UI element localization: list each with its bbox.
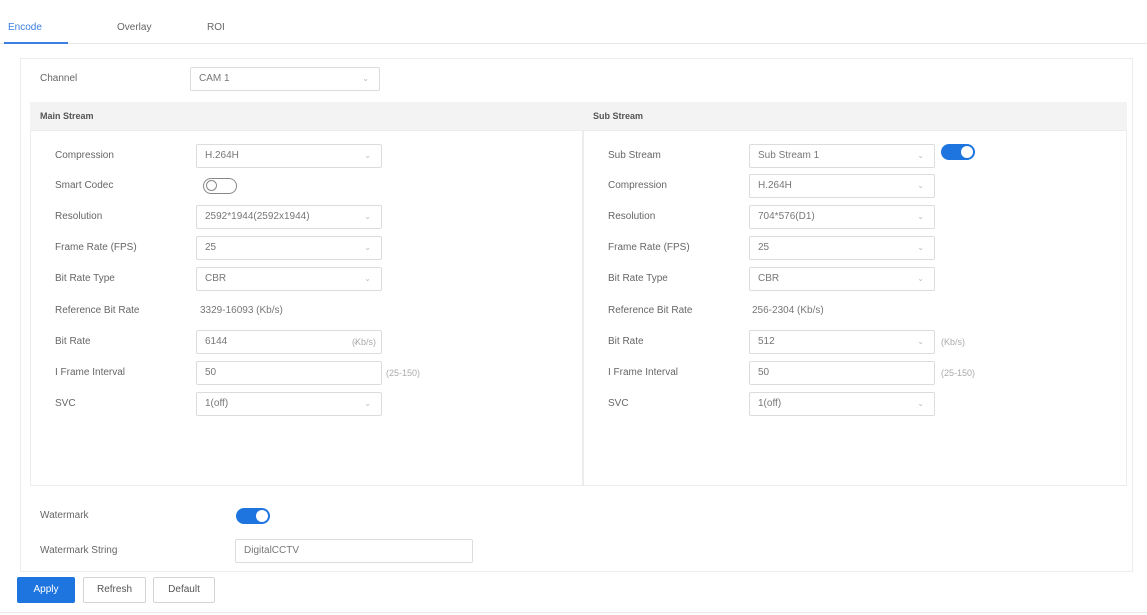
- main-frame-rate-value: 25: [205, 242, 217, 253]
- toggle-knob: [206, 180, 217, 191]
- chevron-down-icon: ⌄: [364, 399, 371, 408]
- sub-stream-value: Sub Stream 1: [758, 150, 820, 161]
- chevron-down-icon: ⌄: [917, 399, 924, 408]
- main-bit-rate-label: Bit Rate: [55, 336, 91, 347]
- sub-bit-rate-type-select[interactable]: CBR ⌄: [749, 267, 935, 291]
- main-stream-header: Main Stream: [30, 102, 583, 130]
- chevron-down-icon: ⌄: [364, 212, 371, 221]
- smart-codec-toggle[interactable]: [203, 178, 237, 194]
- sub-stream-select[interactable]: Sub Stream 1 ⌄: [749, 144, 935, 168]
- sub-svc-select[interactable]: 1(off) ⌄: [749, 392, 935, 416]
- main-resolution-label: Resolution: [55, 211, 103, 222]
- sub-frame-rate-select[interactable]: 25 ⌄: [749, 236, 935, 260]
- main-bit-rate-unit: (Kb/s): [352, 337, 377, 347]
- toggle-knob: [256, 510, 268, 522]
- main-compression-label: Compression: [55, 150, 114, 161]
- watermark-string-label: Watermark String: [40, 545, 118, 556]
- main-i-frame-interval-value: 50: [205, 367, 217, 378]
- sub-svc-label: SVC: [608, 398, 629, 409]
- main-i-frame-interval-label: I Frame Interval: [55, 367, 126, 378]
- main-i-frame-interval-range: (25-150): [386, 368, 421, 378]
- sub-bit-rate-select[interactable]: 512 ⌄: [749, 330, 935, 354]
- sub-resolution-label: Resolution: [608, 211, 656, 222]
- chevron-down-icon: ⌄: [364, 274, 371, 283]
- sub-compression-value: H.264H: [758, 180, 792, 191]
- chevron-down-icon: ⌄: [917, 243, 924, 252]
- main-svc-value: 1(off): [205, 398, 229, 409]
- toggle-knob: [961, 146, 973, 158]
- main-bit-rate-type-label: Bit Rate Type: [55, 273, 115, 284]
- chevron-down-icon: ⌄: [364, 151, 371, 160]
- channel-value: CAM 1: [199, 73, 230, 84]
- footer-divider: [0, 612, 1147, 613]
- chevron-down-icon: ⌄: [364, 243, 371, 252]
- sub-i-frame-interval-value: 50: [758, 367, 770, 378]
- main-compression-select[interactable]: H.264H ⌄: [196, 144, 382, 168]
- main-bit-rate-type-value: CBR: [205, 273, 227, 284]
- sub-resolution-value: 704*576(D1): [758, 211, 815, 222]
- sub-bit-rate-type-value: CBR: [758, 273, 780, 284]
- tab-roi[interactable]: ROI: [207, 22, 225, 33]
- sub-resolution-select[interactable]: 704*576(D1) ⌄: [749, 205, 935, 229]
- sub-bit-rate-label: Bit Rate: [608, 336, 644, 347]
- sub-reference-bit-rate-value: 256-2304 (Kb/s): [752, 305, 824, 316]
- sub-stream-toggle[interactable]: [941, 144, 975, 160]
- main-reference-bit-rate-label: Reference Bit Rate: [55, 305, 140, 316]
- sub-svc-value: 1(off): [758, 398, 782, 409]
- main-smart-codec-label: Smart Codec: [55, 180, 114, 191]
- main-bit-rate-value: 6144: [205, 336, 228, 347]
- main-bit-rate-type-select[interactable]: CBR ⌄: [196, 267, 382, 291]
- default-button[interactable]: Default: [153, 577, 215, 603]
- main-reference-bit-rate-value: 3329-16093 (Kb/s): [200, 305, 283, 316]
- watermark-label: Watermark: [40, 510, 89, 521]
- sub-bit-rate-type-label: Bit Rate Type: [608, 273, 668, 284]
- refresh-button[interactable]: Refresh: [83, 577, 146, 603]
- chevron-down-icon: ⌄: [917, 212, 924, 221]
- tab-bar: Encode Overlay ROI: [0, 0, 1147, 44]
- sub-frame-rate-label: Frame Rate (FPS): [608, 242, 690, 253]
- sub-reference-bit-rate-label: Reference Bit Rate: [608, 305, 693, 316]
- chevron-down-icon: ⌄: [917, 151, 924, 160]
- apply-button[interactable]: Apply: [17, 577, 75, 603]
- watermark-toggle[interactable]: [236, 508, 270, 524]
- chevron-down-icon: ⌄: [362, 74, 369, 83]
- main-svc-select[interactable]: 1(off) ⌄: [196, 392, 382, 416]
- watermark-string-input[interactable]: DigitalCCTV: [235, 539, 473, 563]
- sub-bit-rate-value: 512: [758, 336, 775, 347]
- sub-frame-rate-value: 25: [758, 242, 770, 253]
- tab-encode[interactable]: Encode: [8, 22, 42, 33]
- sub-i-frame-interval-range: (25-150): [941, 368, 976, 378]
- channel-select[interactable]: CAM 1 ⌄: [190, 67, 380, 91]
- watermark-string-value: DigitalCCTV: [244, 545, 300, 556]
- chevron-down-icon: ⌄: [917, 181, 924, 190]
- sub-bit-rate-unit: (Kb/s): [941, 337, 966, 347]
- chevron-down-icon: ⌄: [917, 274, 924, 283]
- sub-stream-header: Sub Stream: [583, 102, 1127, 130]
- main-frame-rate-select[interactable]: 25 ⌄: [196, 236, 382, 260]
- sub-compression-label: Compression: [608, 180, 667, 191]
- tab-overlay[interactable]: Overlay: [117, 22, 151, 33]
- main-resolution-select[interactable]: 2592*1944(2592x1944) ⌄: [196, 205, 382, 229]
- main-compression-value: H.264H: [205, 150, 239, 161]
- main-resolution-value: 2592*1944(2592x1944): [205, 211, 310, 222]
- active-tab-indicator: [4, 42, 68, 44]
- main-i-frame-interval-input[interactable]: 50: [196, 361, 382, 385]
- sub-compression-select[interactable]: H.264H ⌄: [749, 174, 935, 198]
- main-svc-label: SVC: [55, 398, 76, 409]
- channel-label: Channel: [40, 73, 78, 84]
- sub-i-frame-interval-input[interactable]: 50: [749, 361, 935, 385]
- sub-i-frame-interval-label: I Frame Interval: [608, 367, 679, 378]
- chevron-down-icon: ⌄: [917, 337, 924, 346]
- sub-stream-label: Sub Stream: [608, 150, 661, 161]
- main-frame-rate-label: Frame Rate (FPS): [55, 242, 137, 253]
